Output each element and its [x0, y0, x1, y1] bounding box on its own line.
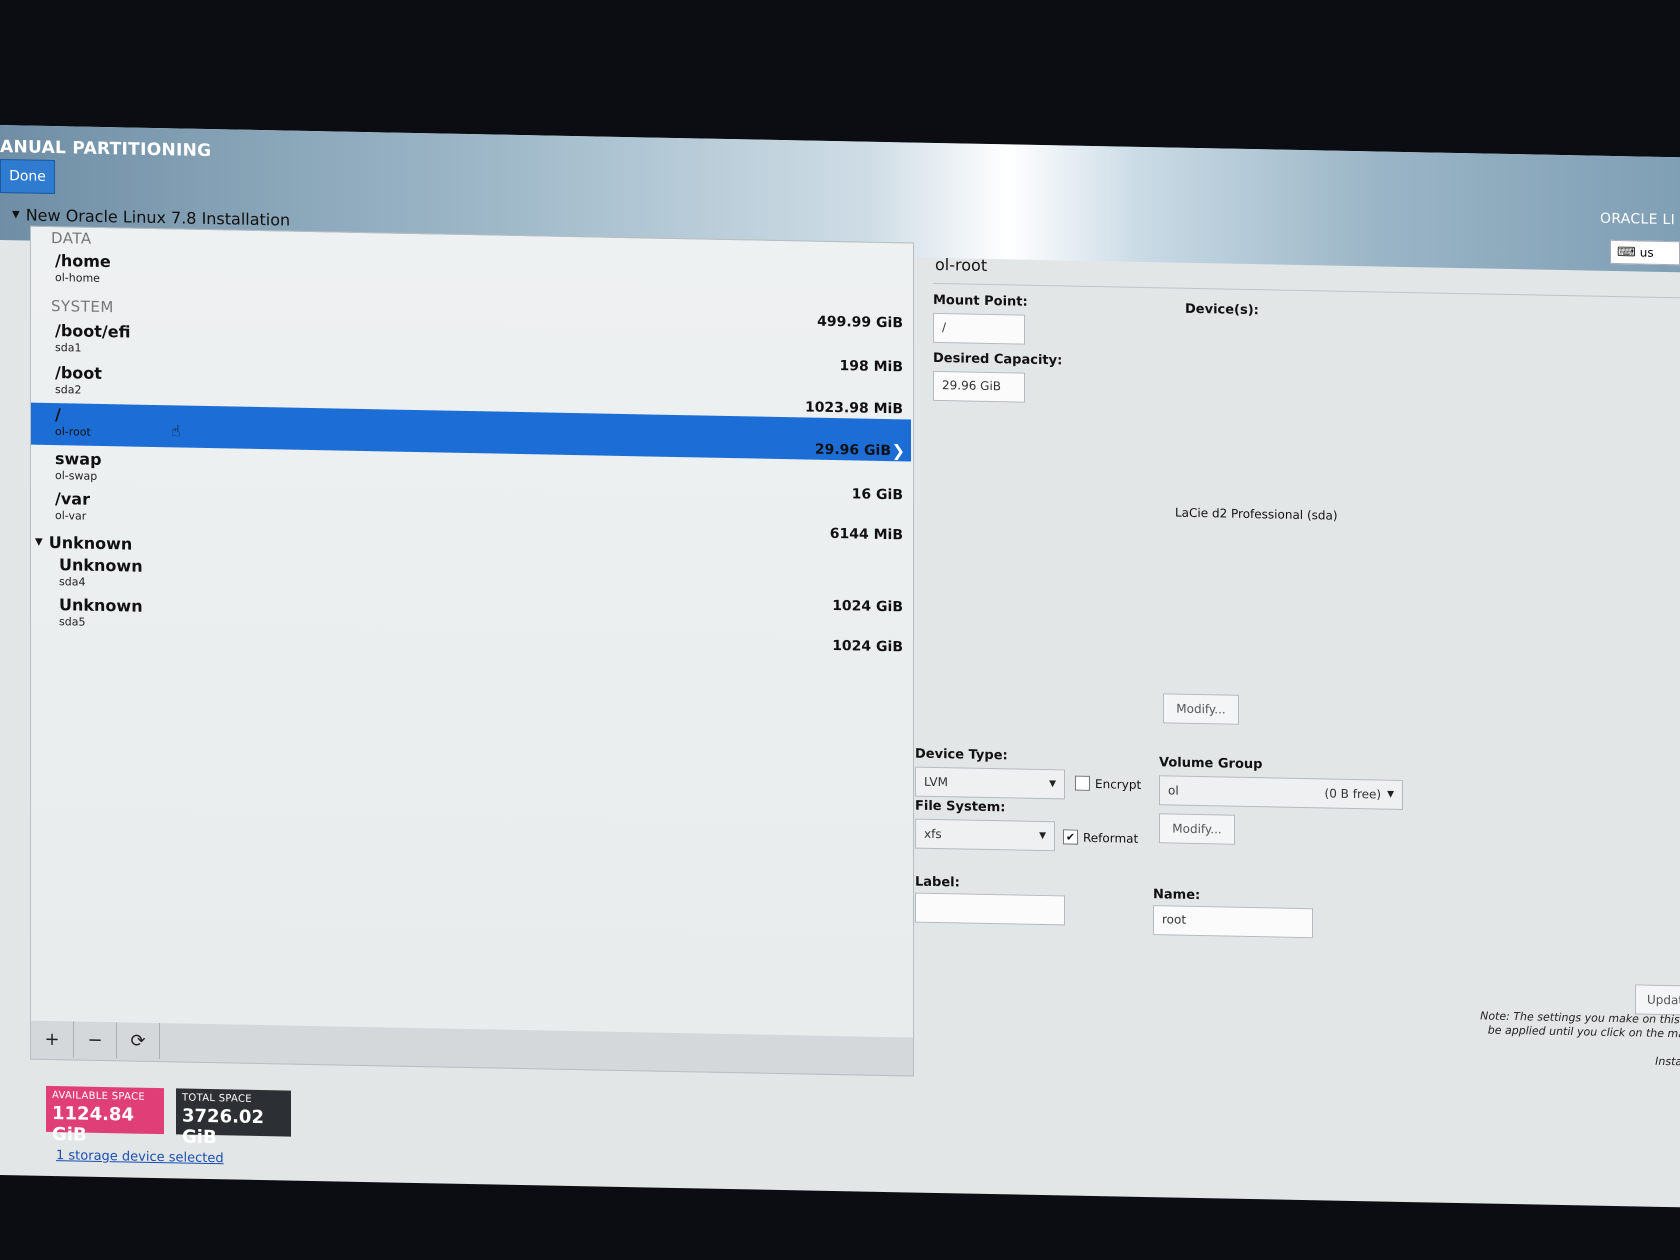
partition-list-panel: ▼ New Oracle Linux 7.8 Installation DATA…: [12, 205, 914, 1166]
device-entry: LaCie d2 Professional (sda): [1175, 505, 1338, 523]
reformat-label: Reformat: [1083, 830, 1139, 846]
mount-point: /var: [55, 489, 90, 509]
total-space-badge: TOTAL SPACE 3726.02 GiB: [176, 1088, 291, 1148]
mount-point: /boot/efi: [55, 321, 131, 342]
device-name: ol-root: [55, 425, 91, 439]
modify-volume-group-button[interactable]: Modify...: [1159, 813, 1235, 845]
partition-list: DATA /home ol-home 499.99 GiB SYSTEM /bo…: [30, 225, 914, 1040]
keyboard-icon: ⌨: [1617, 244, 1636, 260]
desired-capacity-input[interactable]: 29.96 GiB: [933, 370, 1025, 403]
dropdown-caret-icon: ▼: [1049, 779, 1056, 790]
partition-size: 6144 MiB: [829, 525, 903, 544]
keyboard-layout-indicator[interactable]: ⌨ us: [1610, 239, 1680, 266]
device-type-select[interactable]: LVM ▼: [915, 766, 1065, 800]
selected-partition-title: ol-root: [935, 254, 988, 275]
page-title: ANUAL PARTITIONING: [0, 137, 212, 162]
storage-devices-link[interactable]: 1 storage device selected: [56, 1148, 224, 1166]
keyboard-layout-label: us: [1639, 245, 1654, 260]
device-name: sda4: [59, 575, 86, 589]
device-name: sda1: [55, 341, 82, 355]
checkbox-checked-icon: ✔: [1063, 829, 1078, 845]
device-name: ol-var: [55, 509, 87, 523]
partition-size: 29.96 GiB: [814, 441, 891, 460]
device-type-value: LVM: [924, 774, 948, 790]
dropdown-caret-icon: ▼: [1039, 830, 1046, 842]
label-input[interactable]: [915, 892, 1065, 926]
brand-label: ORACLE LI: [1600, 210, 1676, 229]
expand-triangle-icon: ▼: [12, 209, 20, 221]
section-header-system: SYSTEM: [51, 296, 114, 317]
volume-group-value: ol: [1168, 783, 1179, 798]
refresh-icon[interactable]: ⟳: [117, 1022, 160, 1060]
settings-note: Note: The settings you make on this sc b…: [1475, 1009, 1680, 1069]
note-line: be applied until you click on the main m: [1487, 1023, 1680, 1041]
dropdown-caret-icon: ▼: [1387, 789, 1394, 800]
device-name: ol-swap: [55, 469, 98, 483]
divider: [933, 282, 1680, 299]
mount-point: Unknown: [59, 555, 143, 576]
partition-size: 198 MiB: [839, 358, 904, 376]
file-system-value: xfs: [924, 826, 942, 842]
partition-row-home[interactable]: /home ol-home 499.99 GiB: [31, 249, 911, 331]
encrypt-label: Encrypt: [1095, 776, 1142, 792]
mount-point-label: Mount Point:: [933, 292, 1028, 310]
total-space-label: TOTAL SPACE: [182, 1092, 252, 1105]
chevron-right-icon: ❯: [891, 441, 905, 461]
partition-size: 1023.98 MiB: [804, 399, 903, 418]
name-input[interactable]: root: [1153, 905, 1313, 939]
partition-size: 16 GiB: [851, 486, 903, 504]
name-field-label: Name:: [1153, 887, 1201, 904]
unknown-group-header[interactable]: ▼ Unknown: [35, 533, 132, 554]
done-button[interactable]: Done: [0, 159, 55, 195]
partition-detail-panel: ol-root Mount Point: / Desired Capacity:…: [915, 253, 1680, 1118]
devices-label: Device(s):: [1185, 301, 1259, 319]
installer-screen: ANUAL PARTITIONING Done ORACLE LI ⌨ us ▼…: [0, 125, 1680, 1208]
device-type-label: Device Type:: [915, 746, 1008, 764]
device-name: sda2: [55, 383, 82, 397]
section-header-data: DATA: [51, 228, 92, 248]
device-name: ol-home: [55, 271, 100, 285]
checkbox-unchecked-icon: [1075, 775, 1090, 791]
available-space-badge: AVAILABLE SPACE 1124.84 GiB: [46, 1085, 164, 1146]
available-space-value: 1124.84 GiB: [52, 1102, 134, 1146]
partition-size: 1024 GiB: [832, 637, 903, 656]
available-space-label: AVAILABLE SPACE: [52, 1089, 145, 1103]
modify-devices-button[interactable]: Modify...: [1163, 693, 1239, 725]
volume-group-free: (0 B free): [1324, 786, 1382, 802]
mount-point-input[interactable]: /: [933, 312, 1025, 345]
mount-point: /home: [55, 251, 111, 272]
note-line: Installa: [1655, 1054, 1680, 1069]
mount-point: Unknown: [59, 595, 143, 616]
mouse-cursor-icon: ☝: [171, 421, 181, 441]
remove-partition-button[interactable]: −: [74, 1021, 117, 1059]
encrypt-checkbox[interactable]: Encrypt: [1075, 775, 1142, 792]
partition-size: 499.99 GiB: [817, 313, 903, 332]
volume-group-label: Volume Group: [1159, 755, 1263, 773]
file-system-label: File System:: [915, 798, 1006, 816]
mount-point: /: [55, 405, 61, 425]
label-field-label: Label:: [915, 874, 960, 891]
total-space-value: 3726.02 GiB: [182, 1105, 264, 1149]
device-name: sda5: [59, 615, 86, 629]
unknown-group-title: Unknown: [48, 532, 133, 554]
desired-capacity-label: Desired Capacity:: [933, 350, 1063, 369]
mount-point: swap: [55, 449, 102, 469]
file-system-select[interactable]: xfs ▼: [915, 818, 1055, 852]
volume-group-select[interactable]: ol (0 B free) ▼: [1159, 775, 1403, 810]
reformat-checkbox[interactable]: ✔ Reformat: [1063, 829, 1138, 845]
update-settings-button[interactable]: Updat: [1635, 984, 1680, 1016]
add-partition-button[interactable]: +: [31, 1020, 74, 1058]
expand-triangle-icon: ▼: [35, 536, 43, 548]
mount-point: /boot: [55, 363, 102, 383]
